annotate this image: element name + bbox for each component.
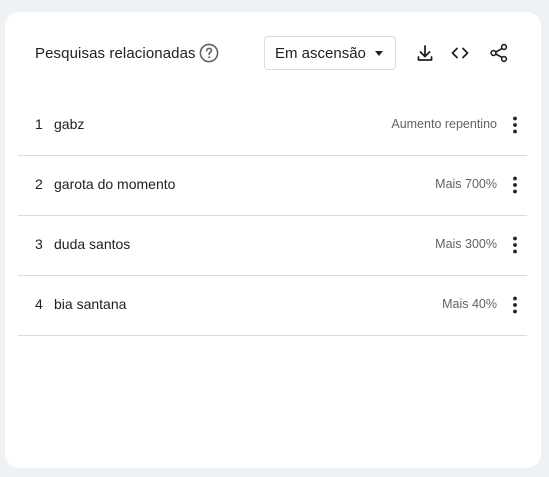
embed-button[interactable] bbox=[449, 42, 471, 64]
caret-down-icon bbox=[375, 51, 383, 56]
item-rank: 2 bbox=[35, 176, 43, 192]
list-item[interactable]: 2 garota do momento Mais 700% bbox=[18, 156, 527, 216]
list-item[interactable]: 4 bia santana Mais 40% bbox=[18, 276, 527, 336]
help-circle-icon[interactable] bbox=[199, 43, 219, 63]
item-query-link[interactable]: gabz bbox=[54, 116, 84, 132]
item-value: Mais 300% bbox=[435, 237, 497, 251]
item-rank: 1 bbox=[35, 116, 43, 132]
more-vert-icon bbox=[513, 176, 517, 194]
more-options-button[interactable] bbox=[507, 234, 523, 256]
sort-dropdown[interactable]: Em ascensão bbox=[264, 36, 396, 70]
more-options-button[interactable] bbox=[507, 294, 523, 316]
item-query-link[interactable]: garota do momento bbox=[54, 176, 175, 192]
item-query-link[interactable]: duda santos bbox=[54, 236, 130, 252]
card-header: Pesquisas relacionadas Em ascensão bbox=[5, 12, 541, 96]
item-value: Aumento repentino bbox=[391, 117, 497, 131]
more-vert-icon bbox=[513, 236, 517, 254]
item-value: Mais 700% bbox=[435, 177, 497, 191]
item-rank: 4 bbox=[35, 296, 43, 312]
more-vert-icon bbox=[513, 296, 517, 314]
sort-dropdown-value: Em ascensão bbox=[275, 45, 366, 62]
download-icon bbox=[417, 45, 433, 61]
related-queries-list: 1 gabz Aumento repentino 2 garota do mom… bbox=[18, 96, 527, 336]
download-button[interactable] bbox=[414, 42, 436, 64]
list-item[interactable]: 3 duda santos Mais 300% bbox=[18, 216, 527, 276]
more-options-button[interactable] bbox=[507, 114, 523, 136]
share-button[interactable] bbox=[488, 42, 510, 64]
card-title: Pesquisas relacionadas bbox=[35, 45, 196, 62]
related-queries-card: Pesquisas relacionadas Em ascensão 1 gab… bbox=[5, 12, 541, 468]
more-vert-icon bbox=[513, 116, 517, 134]
more-options-button[interactable] bbox=[507, 174, 523, 196]
item-query-link[interactable]: bia santana bbox=[54, 296, 126, 312]
embed-code-icon bbox=[451, 47, 469, 59]
item-value: Mais 40% bbox=[442, 297, 497, 311]
item-rank: 3 bbox=[35, 236, 43, 252]
share-icon bbox=[490, 43, 508, 63]
list-item[interactable]: 1 gabz Aumento repentino bbox=[18, 96, 527, 156]
